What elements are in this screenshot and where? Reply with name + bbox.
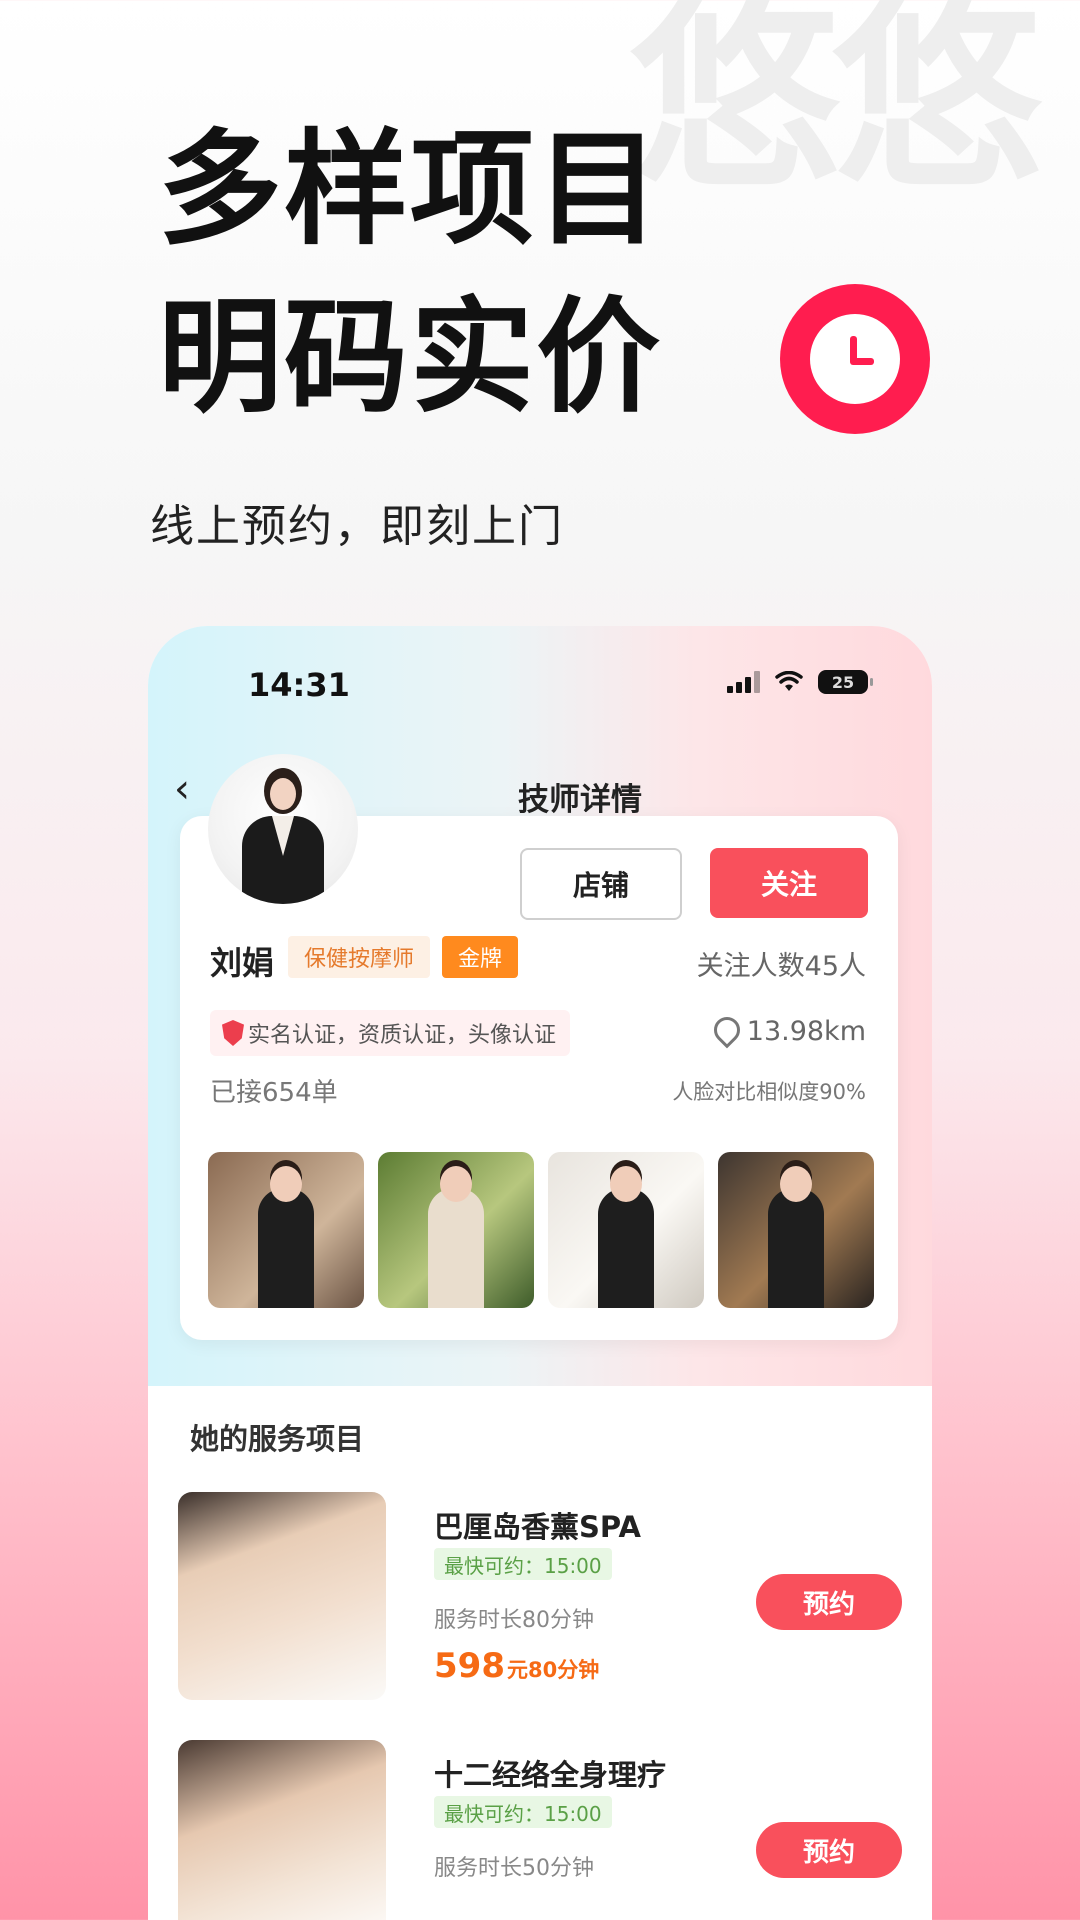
price-value: 598 <box>434 1646 505 1686</box>
service-duration: 服务时长50分钟 <box>434 1856 594 1881</box>
gallery-photo[interactable] <box>378 1152 534 1308</box>
availability-tag: 最快可约：15:00 <box>434 1796 612 1828</box>
order-count: 已接654单 <box>210 1078 338 1108</box>
gallery-photo[interactable] <box>208 1152 364 1308</box>
headline-line-1: 多样项目 <box>158 118 663 262</box>
service-image <box>178 1740 386 1920</box>
gallery-photo[interactable] <box>718 1152 874 1308</box>
service-price: 598 元80分钟 <box>434 1646 599 1686</box>
signal-icon <box>727 671 760 693</box>
status-time: 14:31 <box>248 666 350 704</box>
book-button[interactable]: 预约 <box>756 1574 902 1630</box>
gallery-photo[interactable] <box>548 1152 704 1308</box>
service-duration: 服务时长80分钟 <box>434 1608 594 1633</box>
availability-tag: 最快可约：15:00 <box>434 1548 612 1580</box>
distance-value: 13.98km <box>746 1016 866 1047</box>
clock-icon <box>780 284 930 434</box>
service-name: 十二经络全身理疗 <box>434 1758 667 1792</box>
status-icons: 25 <box>727 670 873 694</box>
service-item[interactable]: 十二经络全身理疗 最快可约：15:00 服务时长50分钟 预约 <box>178 1740 902 1920</box>
book-button[interactable]: 预约 <box>756 1822 902 1878</box>
photo-gallery <box>208 1152 874 1308</box>
phone-mockup: 14:31 25 ‹ 技师详情 店铺 关注 刘娟 保健按摩师 金牌 关注人数45… <box>148 626 932 1920</box>
service-item[interactable]: 巴厘岛香薰SPA 最快可约：15:00 服务时长80分钟 598 元80分钟 预… <box>178 1492 902 1702</box>
service-name: 巴厘岛香薰SPA <box>434 1510 641 1544</box>
battery-icon: 25 <box>818 670 873 694</box>
brand-watermark: 悠悠 <box>630 0 1042 217</box>
service-image <box>178 1492 386 1700</box>
follow-button[interactable]: 关注 <box>710 848 868 918</box>
role-badge: 保健按摩师 <box>288 936 431 978</box>
distance-info: 13.98km <box>713 1016 866 1047</box>
wifi-icon <box>775 671 803 691</box>
services-section-title: 她的服务项目 <box>190 1422 365 1456</box>
price-unit: 元80分钟 <box>506 1658 600 1682</box>
shield-check-icon <box>222 1020 244 1046</box>
level-badge: 金牌 <box>442 936 519 978</box>
certification-badge: 实名认证，资质认证，头像认证 <box>210 1010 571 1056</box>
certification-text: 实名认证，资质认证，头像认证 <box>248 1023 557 1048</box>
store-button[interactable]: 店铺 <box>520 848 682 920</box>
headline-line-2: 明码实价 <box>158 286 663 430</box>
subheadline: 线上预约，即刻上门 <box>150 501 564 552</box>
technician-name: 刘娟 <box>210 944 275 982</box>
location-pin-icon <box>713 1017 737 1047</box>
face-similarity: 人脸对比相似度90% <box>672 1080 866 1104</box>
technician-avatar <box>208 754 358 904</box>
follower-count: 关注人数45人 <box>696 951 866 982</box>
